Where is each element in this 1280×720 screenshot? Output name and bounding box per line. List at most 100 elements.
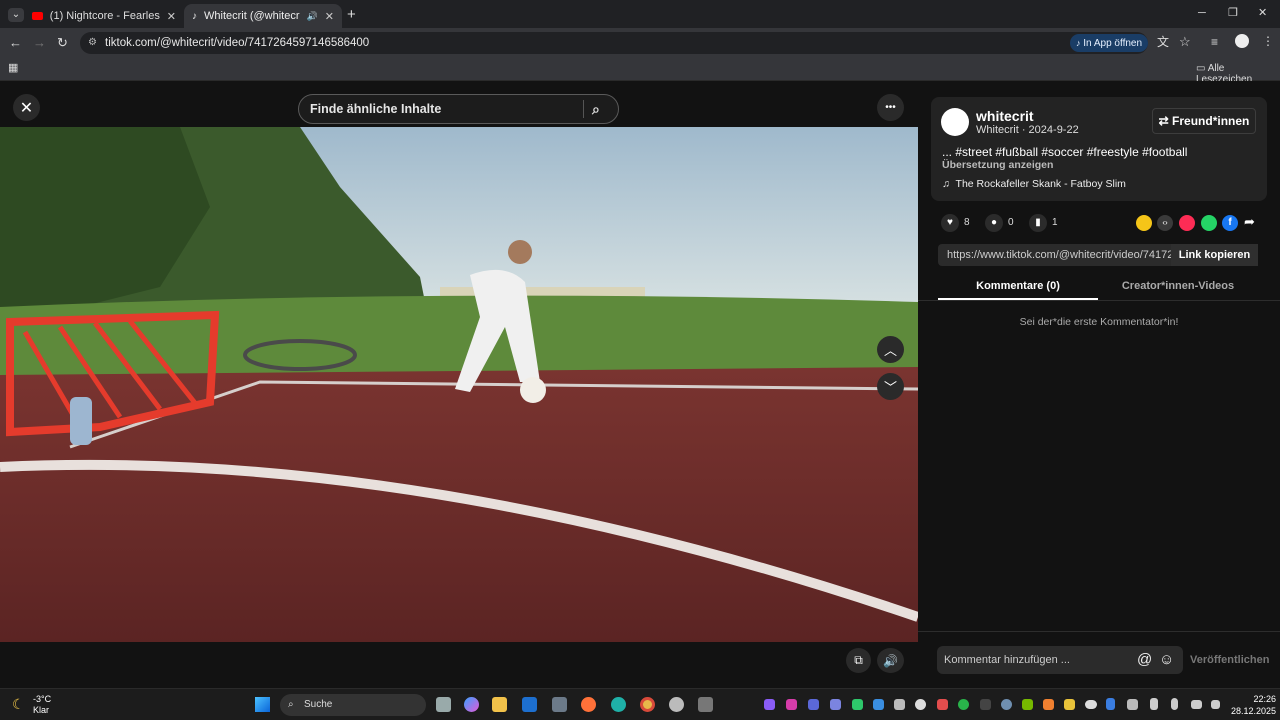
search-icon[interactable]: ⌕ bbox=[592, 95, 600, 123]
nvidia-icon[interactable] bbox=[1022, 699, 1033, 710]
tray-icon[interactable] bbox=[1043, 699, 1054, 710]
cloud-icon[interactable] bbox=[1085, 700, 1097, 709]
tray-icon[interactable] bbox=[786, 699, 797, 710]
close-tab-icon[interactable]: ✕ bbox=[167, 10, 176, 23]
comment-button[interactable]: ● bbox=[985, 214, 1003, 232]
battery-icon[interactable] bbox=[1150, 698, 1158, 710]
tab-comments[interactable]: Kommentare (0) bbox=[938, 280, 1098, 292]
chrome-icon[interactable] bbox=[640, 697, 655, 712]
video-frame bbox=[0, 127, 918, 642]
tray-icon[interactable] bbox=[958, 699, 969, 710]
friends-button[interactable]: ⇄ Freund*innen bbox=[1152, 108, 1256, 134]
send-icon[interactable] bbox=[1179, 215, 1195, 231]
tray-icon[interactable] bbox=[980, 699, 991, 710]
whatsapp-icon[interactable] bbox=[1201, 215, 1217, 231]
music-title: The Rockafeller Skank - Fatboy Slim bbox=[955, 178, 1126, 190]
menu-icon[interactable]: ⋮ bbox=[1262, 35, 1274, 47]
file-explorer-icon[interactable] bbox=[492, 697, 507, 712]
like-button[interactable]: ♥ bbox=[941, 214, 959, 232]
reload-icon[interactable]: ↻ bbox=[57, 36, 68, 49]
tray-icon[interactable] bbox=[1127, 699, 1138, 710]
emoji-icon[interactable]: ☺ bbox=[1159, 646, 1174, 674]
network-icon[interactable] bbox=[1191, 700, 1202, 709]
tab-youtube[interactable]: (1) Nightcore - Fearless - YouTube ✕ bbox=[24, 4, 184, 28]
translate-link[interactable]: Übersetzung anzeigen bbox=[942, 159, 1053, 171]
app-icon[interactable] bbox=[669, 697, 684, 712]
close-tab-icon[interactable]: ✕ bbox=[325, 10, 334, 23]
forward-icon[interactable]: → bbox=[33, 36, 46, 49]
apps-grid-icon[interactable]: ▦ bbox=[8, 63, 18, 74]
volume-button[interactable]: 🔊 bbox=[877, 648, 904, 673]
video-player[interactable] bbox=[0, 127, 918, 642]
comment-input[interactable]: Kommentar hinzufügen ... @ ☺ bbox=[937, 646, 1183, 674]
embed-icon[interactable]: ‹› bbox=[1157, 215, 1173, 231]
volume-icon[interactable] bbox=[1211, 700, 1220, 709]
minimize-button[interactable]: ─ bbox=[1198, 8, 1206, 19]
mention-icon[interactable]: @ bbox=[1137, 646, 1152, 674]
speaker-icon: 🔊 bbox=[883, 653, 898, 668]
copy-link-button[interactable]: Link kopieren bbox=[1171, 244, 1258, 266]
task-view-icon[interactable] bbox=[436, 697, 451, 712]
tray-icon[interactable] bbox=[894, 699, 905, 710]
music-link[interactable]: ♫ The Rockafeller Skank - Fatboy Slim bbox=[942, 178, 1126, 190]
heart-icon: ♥ bbox=[947, 217, 953, 228]
close-video-button[interactable]: ✕ bbox=[13, 94, 40, 121]
chevron-up-icon: ︿ bbox=[883, 343, 897, 358]
tab-tiktok[interactable]: ♪ Whitecrit (@whitecrit) | TikTok 🔊 ✕ bbox=[184, 4, 342, 28]
tray-icon[interactable] bbox=[937, 699, 948, 710]
profile-icon[interactable] bbox=[1235, 34, 1249, 48]
avatar[interactable] bbox=[941, 108, 969, 136]
tab-creator-videos[interactable]: Creator*innen-Videos bbox=[1098, 280, 1258, 292]
reading-list-icon[interactable]: ≡ bbox=[1211, 36, 1218, 48]
save-count: 1 bbox=[1052, 217, 1058, 228]
clock-time: 22:26 bbox=[1253, 694, 1276, 704]
emoji-share-icon[interactable] bbox=[1136, 215, 1152, 231]
translate-icon[interactable]: 文 bbox=[1157, 36, 1169, 48]
back-icon[interactable]: ← bbox=[9, 36, 22, 49]
taskbar-search[interactable]: ⌕ Suche bbox=[280, 694, 426, 716]
address-bar[interactable]: ⚙ tiktok.com/@whitecrit/video/7417264597… bbox=[80, 32, 1148, 54]
site-info-icon[interactable]: ⚙ bbox=[88, 32, 97, 54]
floating-player-button[interactable]: ⧉ bbox=[846, 648, 871, 673]
outlook-icon[interactable] bbox=[522, 697, 537, 712]
facebook-icon[interactable]: f bbox=[1222, 215, 1238, 231]
close-window-button[interactable]: ✕ bbox=[1258, 8, 1267, 19]
edge-icon[interactable] bbox=[611, 697, 626, 712]
search-input[interactable]: Finde ähnliche Inhalte ⌕ bbox=[298, 94, 619, 124]
tab-list-icon[interactable]: ⌄ bbox=[8, 8, 24, 22]
share-link-text: https://www.tiktok.com/@whitecrit/video/… bbox=[947, 249, 1195, 261]
url-text: tiktok.com/@whitecrit/video/741726459714… bbox=[105, 37, 370, 49]
microphone-icon[interactable] bbox=[1171, 698, 1178, 710]
share-arrow-icon[interactable]: ➦ bbox=[1244, 214, 1255, 230]
tray-icon[interactable] bbox=[915, 699, 926, 710]
more-options-button[interactable]: ••• bbox=[877, 94, 904, 121]
copilot-icon[interactable] bbox=[464, 697, 479, 712]
open-in-app-button[interactable]: ♪ In App öffnen bbox=[1070, 34, 1148, 52]
post-comment-button[interactable]: Veröffentlichen bbox=[1190, 654, 1269, 666]
restore-button[interactable]: ❐ bbox=[1228, 8, 1238, 19]
tray-icon[interactable] bbox=[873, 699, 884, 710]
windows-start-icon[interactable] bbox=[255, 697, 270, 712]
author-username[interactable]: whitecrit bbox=[976, 108, 1034, 124]
next-video-button[interactable]: ﹀ bbox=[877, 373, 904, 400]
tray-icon[interactable] bbox=[1064, 699, 1075, 710]
taskbar: ☾ -3°C Klar ⌕ Suche 22:26 28.12.2025 bbox=[0, 688, 1280, 720]
tray-icon[interactable] bbox=[830, 699, 841, 710]
save-button[interactable]: ▮ bbox=[1029, 214, 1047, 232]
bookmark-star-icon[interactable]: ☆ bbox=[1179, 35, 1191, 48]
tray-icon[interactable] bbox=[764, 699, 775, 710]
new-tab-button[interactable]: + bbox=[347, 7, 356, 22]
previous-video-button[interactable]: ︿ bbox=[877, 336, 904, 363]
search-placeholder: Finde ähnliche Inhalte bbox=[310, 102, 442, 116]
friends-label: Freund*innen bbox=[1172, 114, 1250, 128]
bluetooth-icon[interactable] bbox=[1106, 698, 1115, 710]
firefox-icon[interactable] bbox=[581, 697, 596, 712]
store-icon[interactable] bbox=[552, 697, 567, 712]
tray-icon[interactable] bbox=[808, 699, 819, 710]
comment-input-divider bbox=[918, 631, 1280, 632]
steam-icon[interactable] bbox=[1001, 699, 1012, 710]
speaker-icon[interactable]: 🔊 bbox=[307, 11, 318, 22]
tray-icon[interactable] bbox=[852, 699, 863, 710]
app-icon[interactable] bbox=[698, 697, 713, 712]
clock[interactable]: 22:26 28.12.2025 bbox=[1224, 694, 1276, 716]
